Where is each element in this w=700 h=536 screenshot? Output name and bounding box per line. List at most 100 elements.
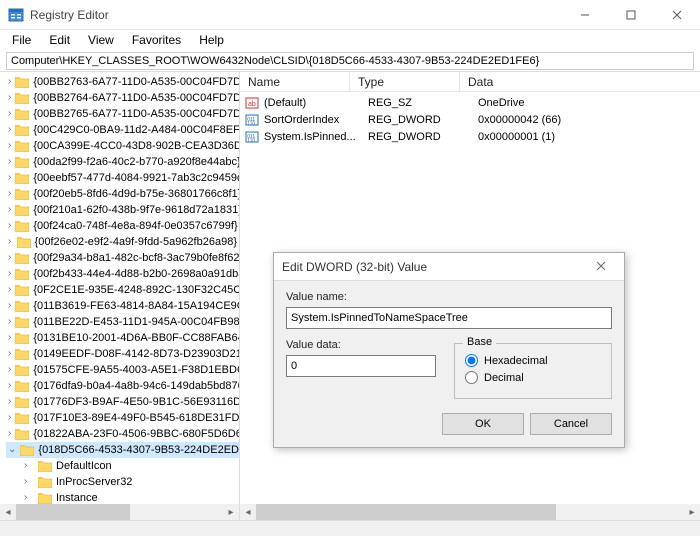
menu-edit[interactable]: Edit <box>41 32 78 48</box>
col-data[interactable]: Data <box>460 72 700 91</box>
base-groupbox: Base Hexadecimal Decimal <box>454 343 612 399</box>
folder-icon <box>15 284 29 296</box>
folder-icon <box>15 140 29 152</box>
expand-icon[interactable]: › <box>24 458 34 474</box>
radio-dec-input[interactable] <box>465 371 478 384</box>
scroll-left-icon[interactable]: ◂ <box>0 504 16 520</box>
folder-icon <box>15 76 29 88</box>
tree-item[interactable]: ›{01575CFE-9A55-4003-A5E1-F38D1EBDCBE1} <box>6 362 239 378</box>
expand-icon[interactable]: › <box>8 250 11 266</box>
scroll-right-icon[interactable]: ▸ <box>223 504 239 520</box>
tree-item[interactable]: ›{00f26e02-e9f2-4a9f-9fdd-5a962fb26a98} <box>6 234 239 250</box>
expand-icon[interactable]: › <box>8 426 11 442</box>
tree-item[interactable]: ›InProcServer32 <box>6 474 239 490</box>
folder-icon <box>15 348 29 360</box>
folder-icon <box>15 124 29 136</box>
menu-favorites[interactable]: Favorites <box>124 32 189 48</box>
col-type[interactable]: Type <box>350 72 460 91</box>
titlebar: Registry Editor <box>0 0 700 30</box>
tree-item[interactable]: › {0149EEDF-D08F-4142-8D73-D23903D21E90} <box>6 346 239 362</box>
address-input[interactable] <box>6 52 694 70</box>
cancel-button[interactable]: Cancel <box>530 413 612 435</box>
folder-icon <box>15 412 29 424</box>
expand-icon[interactable]: › <box>8 90 11 106</box>
values-hscroll[interactable]: ◂ ▸ <box>240 504 700 520</box>
expand-icon[interactable]: › <box>8 202 11 218</box>
tree-item[interactable]: ›{00f210a1-62f0-438b-9f7e-9618d72a1831} <box>6 202 239 218</box>
tree-item-label: {00f29a34-b8a1-482c-bcf8-3ac79b0fe8f62} <box>33 250 239 266</box>
value-row[interactable]: 011110System.IsPinned...REG_DWORD0x00000… <box>240 128 700 145</box>
menu-help[interactable]: Help <box>191 32 232 48</box>
tree-item[interactable]: ⌄{018D5C66-4533-4307-9B53-224DE2ED1FE6} <box>6 442 239 458</box>
expand-icon[interactable]: › <box>8 138 11 154</box>
tree-item[interactable]: ›{00f2b433-44e4-4d88-b2b0-2698a0a91dba} <box>6 266 239 282</box>
tree-item[interactable]: ›{01822ABA-23F0-4506-9BBC-680F5D6D606C} <box>6 426 239 442</box>
expand-icon[interactable]: › <box>8 282 11 298</box>
radio-hex[interactable]: Hexadecimal <box>465 354 601 367</box>
expand-icon[interactable]: › <box>8 170 11 186</box>
scrollbar-thumb[interactable] <box>256 504 556 520</box>
tree-item[interactable]: › {00f29a34-b8a1-482c-bcf8-3ac79b0fe8f62} <box>6 250 239 266</box>
expand-icon[interactable]: › <box>8 394 11 410</box>
expand-icon[interactable]: › <box>8 362 11 378</box>
value-data-input[interactable] <box>286 355 436 377</box>
tree-item[interactable]: ›{011B3619-FE63-4814-8A84-15A194CE9CE3} <box>6 298 239 314</box>
tree-item[interactable]: ›{00da2f99-f2a6-40c2-b770-a920f8e44abc} <box>6 154 239 170</box>
value-data-label: Value data: <box>286 339 436 351</box>
expand-icon[interactable]: › <box>8 330 11 346</box>
ok-button[interactable]: OK <box>442 413 524 435</box>
tree-item[interactable]: ›{00BB2763-6A77-11D0-A535-00C04FD7D062} <box>6 74 239 90</box>
menu-file[interactable]: File <box>4 32 39 48</box>
tree-item-label: {017F10E3-89E4-49F0-B545-618DE31FD27C} <box>33 410 239 426</box>
radio-dec[interactable]: Decimal <box>465 371 601 384</box>
expand-icon[interactable]: › <box>8 186 11 202</box>
expand-icon[interactable]: › <box>8 346 11 362</box>
tree-item[interactable]: ›{0F2CE1E-935E-4248-892C-130F32C45CB4} <box>6 282 239 298</box>
expand-icon[interactable]: › <box>8 266 11 282</box>
tree-item[interactable]: ›{0176dfa9-b0a4-4a8b-94c6-149dab5bd876} <box>6 378 239 394</box>
tree-item[interactable]: › {017F10E3-89E4-49F0-B545-618DE31FD27C} <box>6 410 239 426</box>
scroll-right-icon[interactable]: ▸ <box>684 504 700 520</box>
dialog-close-button[interactable] <box>586 260 616 274</box>
edit-dword-dialog: Edit DWORD (32-bit) Value Value name: Va… <box>273 252 625 448</box>
tree-item[interactable]: ›{0131BE10-2001-4D6A-BB0F-CC88FAB64CE8} <box>6 330 239 346</box>
value-name-input[interactable] <box>286 307 612 329</box>
tree-hscroll[interactable]: ◂ ▸ <box>0 504 239 520</box>
tree-item-label: {0149EEDF-D08F-4142-8D73-D23903D21E90} <box>33 346 239 362</box>
folder-icon <box>38 492 52 504</box>
expand-icon[interactable]: › <box>8 218 11 234</box>
tree-item[interactable]: ›{00f20eb5-8fd6-4d9d-b75e-36801766c8f1} <box>6 186 239 202</box>
minimize-button[interactable] <box>562 0 608 30</box>
menu-view[interactable]: View <box>80 32 122 48</box>
tree-item[interactable]: ›{00CA399E-4CC0-43D8-902B-CEA3D36DC9E4} <box>6 138 239 154</box>
tree-item[interactable]: ›{01776DF3-B9AF-4E50-9B1C-56E93116D704} <box>6 394 239 410</box>
tree-item[interactable]: ›DefaultIcon <box>6 458 239 474</box>
tree-item[interactable]: ›{00eebf57-477d-4084-9921-7ab3c2c9459d} <box>6 170 239 186</box>
expand-icon[interactable]: › <box>24 474 34 490</box>
expand-icon[interactable]: › <box>8 234 13 250</box>
expand-icon[interactable]: › <box>8 410 11 426</box>
value-data: 0x00000001 (1) <box>478 131 696 143</box>
expand-icon[interactable]: ⌄ <box>8 442 16 458</box>
scrollbar-thumb[interactable] <box>16 504 130 520</box>
tree-item[interactable]: ›{00BB2764-6A77-11D0-A535-00C04FD7D062} <box>6 90 239 106</box>
expand-icon[interactable]: › <box>8 74 11 90</box>
expand-icon[interactable]: › <box>8 378 11 394</box>
value-row[interactable]: ab(Default)REG_SZOneDrive <box>240 94 700 111</box>
expand-icon[interactable]: › <box>8 154 11 170</box>
expand-icon[interactable]: › <box>8 314 11 330</box>
value-name: SortOrderIndex <box>264 114 368 126</box>
expand-icon[interactable]: › <box>8 298 11 314</box>
close-button[interactable] <box>654 0 700 30</box>
scroll-left-icon[interactable]: ◂ <box>240 504 256 520</box>
tree-item[interactable]: ›{011BE22D-E453-11D1-945A-00C04FB984F9} <box>6 314 239 330</box>
value-row[interactable]: 011110SortOrderIndexREG_DWORD0x00000042 … <box>240 111 700 128</box>
maximize-button[interactable] <box>608 0 654 30</box>
radio-hex-input[interactable] <box>465 354 478 367</box>
tree-item[interactable]: ›{00C429C0-0BA9-11d2-A484-00C04F8EFB69} <box>6 122 239 138</box>
col-name[interactable]: Name <box>240 72 350 91</box>
tree-item[interactable]: ›{00BB2765-6A77-11D0-A535-00C04FD7D062} <box>6 106 239 122</box>
expand-icon[interactable]: › <box>8 106 11 122</box>
expand-icon[interactable]: › <box>8 122 11 138</box>
tree-item[interactable]: ›{00f24ca0-748f-4e8a-894f-0e0357c6799f} <box>6 218 239 234</box>
